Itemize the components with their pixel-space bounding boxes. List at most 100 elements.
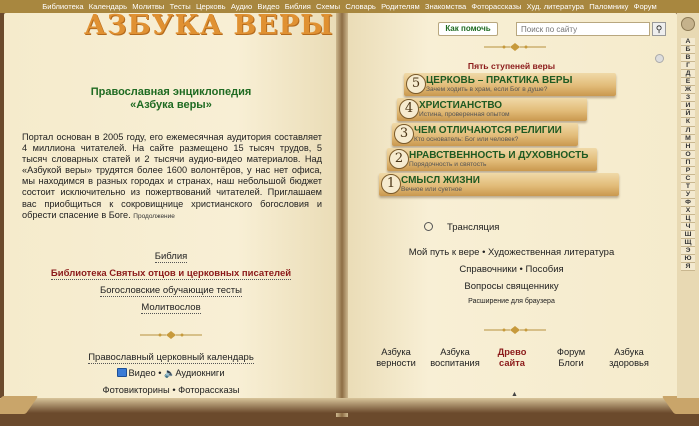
- bible-link[interactable]: Библия: [4, 251, 338, 263]
- ornament-divider: [482, 42, 548, 52]
- broadcast-label[interactable]: Трансляция: [447, 222, 499, 233]
- step-4[interactable]: 4 ХРИСТИАНСТВО Истина, проверенная опыто…: [397, 98, 587, 121]
- letter-f[interactable]: Ф: [681, 198, 695, 207]
- step-title[interactable]: ЦЕРКОВЬ – ПРАКТИКА ВЕРЫ: [426, 75, 572, 86]
- site-tree-link[interactable]: Древо сайта: [488, 347, 536, 368]
- bible-link-label[interactable]: Библия: [154, 251, 188, 263]
- letter-t[interactable]: Т: [681, 182, 695, 191]
- book-link-line1[interactable]: Азбука: [603, 347, 655, 358]
- broadcast-link[interactable]: Трансляция: [424, 222, 499, 233]
- azbuka-zdorovya-link[interactable]: Азбука здоровья: [603, 347, 655, 368]
- step-2[interactable]: 2 НРАВСТВЕННОСТЬ И ДУХОВНОСТЬ Порядочнос…: [387, 148, 597, 171]
- letter-r[interactable]: Р: [681, 166, 695, 175]
- book-link-line2[interactable]: верности: [369, 358, 423, 369]
- letter-v[interactable]: В: [681, 54, 695, 63]
- book-link-line1[interactable]: Форум: [546, 347, 596, 358]
- video-link[interactable]: Видео: [128, 368, 155, 378]
- book-link-line1[interactable]: Азбука: [425, 347, 485, 358]
- letter-h[interactable]: Х: [681, 206, 695, 216]
- step-number: 2: [389, 149, 409, 169]
- letter-u[interactable]: У: [681, 190, 695, 199]
- letter-shch[interactable]: Щ: [681, 239, 695, 248]
- letter-b[interactable]: Б: [681, 46, 695, 55]
- letter-g[interactable]: Г: [681, 62, 695, 71]
- library-link-label[interactable]: Библиотека Святых отцов и церковных писа…: [50, 268, 292, 280]
- help-button[interactable]: Как помочь: [438, 22, 498, 36]
- letter-yu[interactable]: Ю: [681, 255, 695, 264]
- browser-extension-link[interactable]: Расширение для браузера: [346, 298, 677, 305]
- letter-d[interactable]: Д: [681, 70, 695, 79]
- manuals-link[interactable]: Пособия: [526, 264, 564, 275]
- calendar-link[interactable]: Православный церковный календарь: [4, 352, 338, 364]
- fiction-link[interactable]: Художественная литература: [488, 247, 614, 258]
- nav-fiction[interactable]: Худ. литература: [524, 0, 587, 13]
- step-3[interactable]: 3 ЧЕМ ОТЛИЧАЮТСЯ РЕЛИГИИ Кто основатель:…: [392, 123, 578, 146]
- letter-e[interactable]: Е: [681, 78, 695, 87]
- book-link-line2[interactable]: здоровья: [603, 358, 655, 369]
- photostories-link[interactable]: Фоторассказы: [178, 385, 239, 395]
- step-subtitle: Истина, проверенная опытом: [419, 111, 510, 118]
- book-link-line2[interactable]: воспитания: [425, 358, 485, 369]
- azbuka-vospitaniya-link[interactable]: Азбука воспитания: [425, 347, 485, 368]
- letter-o[interactable]: О: [681, 150, 695, 159]
- letter-zh[interactable]: Ж: [681, 86, 695, 95]
- step-1[interactable]: 1 СМЫСЛ ЖИЗНИ Вечное или суетное: [379, 173, 619, 196]
- letter-p[interactable]: П: [681, 158, 695, 167]
- letter-m[interactable]: М: [681, 134, 695, 143]
- nav-forum[interactable]: Форум: [631, 0, 659, 13]
- book-link-line2[interactable]: сайта: [488, 358, 536, 369]
- letter-l[interactable]: Л: [681, 126, 695, 135]
- library-link[interactable]: Библиотека Святых отцов и церковных писа…: [4, 268, 338, 280]
- tests-link-label[interactable]: Богословские обучающие тесты: [100, 285, 242, 297]
- search-input[interactable]: [516, 22, 650, 36]
- nav-pilgrim[interactable]: Паломнику: [587, 0, 631, 13]
- book-link-line2[interactable]: Блоги: [546, 358, 596, 369]
- letter-k[interactable]: К: [681, 118, 695, 127]
- letter-z[interactable]: З: [681, 94, 695, 103]
- nav-photostories[interactable]: Фоторассказы: [469, 0, 524, 13]
- photoquiz-link[interactable]: Фотовикторины: [103, 385, 170, 395]
- speaker-icon: 🔈: [164, 368, 176, 378]
- letter-y[interactable]: Й: [681, 110, 695, 119]
- letter-a[interactable]: А: [681, 38, 695, 47]
- prayerbook-link-label[interactable]: Молитвослов: [141, 302, 201, 314]
- nav-library[interactable]: Библиотека: [40, 0, 86, 13]
- letter-s[interactable]: С: [681, 174, 695, 183]
- step-title[interactable]: СМЫСЛ ЖИЗНИ: [401, 175, 480, 186]
- ornament-divider: [138, 330, 204, 340]
- references-link[interactable]: Справочники: [459, 264, 517, 275]
- letter-ts[interactable]: Ц: [681, 215, 695, 224]
- letter-ya[interactable]: Я: [681, 263, 695, 272]
- nav-parents[interactable]: Родителям: [378, 0, 422, 13]
- letter-sh[interactable]: Ш: [681, 231, 695, 240]
- nav-dating[interactable]: Знакомства: [422, 0, 469, 13]
- step-subtitle: Кто основатель: Бог или человек?: [414, 136, 519, 143]
- nav-dictionary[interactable]: Словарь: [343, 0, 379, 13]
- book-link-line1[interactable]: Древо: [488, 347, 536, 358]
- continue-link[interactable]: Продолжение: [133, 213, 175, 220]
- lock-icon: ▲: [511, 391, 518, 398]
- step-subtitle: Вечное или суетное: [401, 186, 463, 193]
- search-icon[interactable]: ⚲: [652, 22, 666, 36]
- prayerbook-link[interactable]: Молитвослов: [4, 302, 338, 314]
- step-title[interactable]: ЧЕМ ОТЛИЧАЮТСЯ РЕЛИГИИ: [414, 125, 562, 136]
- alphabet-scroll-icon[interactable]: [681, 17, 695, 31]
- step-subtitle: Зачем ходить в храм, если Бог в душе?: [426, 86, 548, 93]
- questions-link[interactable]: Вопросы священнику: [346, 281, 677, 292]
- audiobooks-link[interactable]: Аудиокниги: [175, 368, 224, 378]
- site-logo[interactable]: АЗБУКА ВЕРЫ: [84, 10, 334, 41]
- step-number: 5: [406, 74, 426, 94]
- calendar-link-label[interactable]: Православный церковный календарь: [88, 352, 254, 364]
- azbuka-vernosti-link[interactable]: Азбука верности: [369, 347, 423, 368]
- step-title[interactable]: НРАВСТВЕННОСТЬ И ДУХОВНОСТЬ: [409, 150, 588, 161]
- encyclopedia-line2: «Азбука веры»: [130, 99, 212, 111]
- book-link-line1[interactable]: Азбука: [369, 347, 423, 358]
- letter-e2[interactable]: Э: [681, 247, 695, 256]
- step-5[interactable]: 5 ЦЕРКОВЬ – ПРАКТИКА ВЕРЫ Зачем ходить в…: [404, 73, 616, 96]
- tests-link[interactable]: Богословские обучающие тесты: [4, 285, 338, 297]
- step-title[interactable]: ХРИСТИАНСТВО: [419, 100, 502, 111]
- letter-ch[interactable]: Ч: [681, 223, 695, 232]
- path-to-faith-link[interactable]: Мой путь к вере: [409, 247, 480, 258]
- letter-n[interactable]: Н: [681, 142, 695, 151]
- forum-blogs-link[interactable]: Форум Блоги: [546, 347, 596, 368]
